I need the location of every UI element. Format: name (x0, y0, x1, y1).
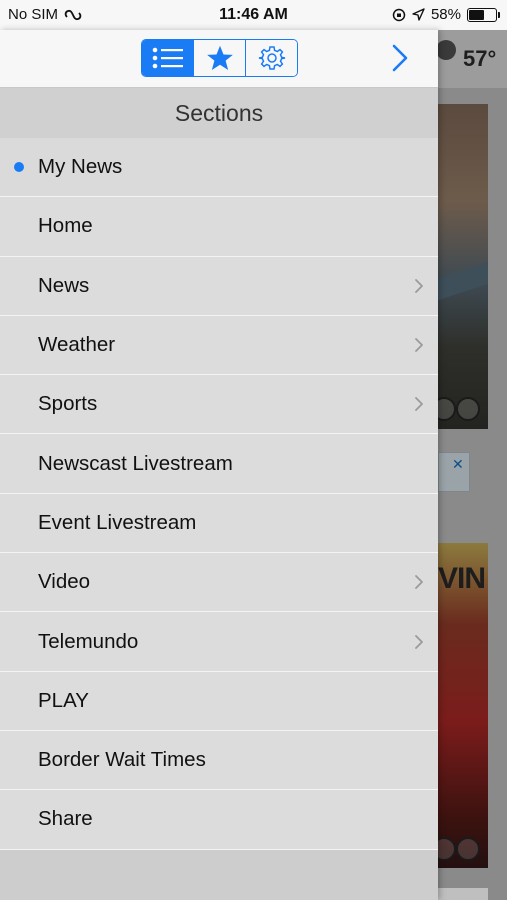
menu-item-play[interactable]: PLAY (0, 671, 438, 731)
chevron-right-icon (415, 575, 423, 590)
location-arrow-icon (412, 8, 425, 21)
menu-item-home[interactable]: Home (0, 197, 438, 257)
tab-sections[interactable] (142, 40, 194, 76)
status-right: 58% (392, 6, 500, 23)
menu-item-label: Event Livestream (38, 510, 197, 534)
temperature-label[interactable]: 57° (463, 46, 496, 72)
copy-icon[interactable] (456, 397, 480, 421)
menu-item-label: Home (38, 214, 93, 238)
menu-item-telemundo[interactable]: Telemundo (0, 612, 438, 672)
chevron-right-icon (415, 397, 423, 412)
gear-icon (258, 46, 285, 70)
close-drawer-button[interactable] (386, 42, 414, 74)
star-icon (206, 45, 233, 71)
chevron-right-icon (415, 278, 423, 293)
menu-item-my-news[interactable]: My News (0, 138, 438, 198)
menu-item-label: Sports (38, 392, 98, 416)
drawer-toolbar (0, 30, 438, 88)
battery-icon (467, 7, 500, 22)
menu-item-label: Video (38, 570, 91, 594)
sections-title: Sections (0, 88, 438, 138)
menu-item-label: Share (38, 807, 93, 831)
menu-item-label: PLAY (38, 688, 89, 712)
chevron-right-icon (392, 44, 408, 72)
weather-avatar (436, 40, 456, 60)
selected-indicator-icon (14, 162, 24, 173)
menu-item-event-livestream[interactable]: Event Livestream (0, 493, 438, 554)
menu-item-label: Newscast Livestream (38, 451, 233, 475)
menu-item-newscast-livestream[interactable]: Newscast Livestream (0, 434, 438, 494)
menu-item-label: News (38, 273, 90, 297)
story-headline-fragment: VIN (438, 562, 486, 595)
menu-item-label: Telemundo (38, 629, 139, 653)
tab-favorites[interactable] (194, 40, 246, 76)
drawer-empty-space (0, 850, 438, 900)
navigation-drawer: Sections My News Home News Weather Sports New… (0, 30, 438, 900)
status-bar: No SIM 11:46 AM 58% (0, 0, 507, 30)
orientation-lock-icon (392, 8, 406, 21)
menu-item-sports[interactable]: Sports (0, 375, 438, 435)
menu-item-label: My News (38, 155, 123, 179)
menu-item-border-wait-times[interactable]: Border Wait Times (0, 730, 438, 791)
menu-item-label: Weather (38, 333, 116, 357)
tab-settings[interactable] (246, 40, 297, 76)
copy-icon[interactable] (456, 837, 480, 861)
menu-item-weather[interactable]: Weather (0, 315, 438, 376)
menu-item-video[interactable]: Video (0, 553, 438, 613)
story-image-3 (438, 888, 488, 900)
ad-close-icon[interactable]: ✕ (452, 456, 464, 473)
view-segmented-control (141, 39, 298, 77)
sections-menu: My News Home News Weather Sports Newscast Liv… (0, 138, 438, 850)
menu-item-news[interactable]: News (0, 256, 438, 316)
menu-item-share[interactable]: Share (0, 790, 438, 850)
menu-item-label: Border Wait Times (38, 748, 206, 772)
chevron-right-icon (415, 338, 423, 352)
list-icon (152, 47, 183, 69)
chevron-right-icon (415, 634, 423, 649)
battery-percent: 58% (430, 6, 461, 23)
